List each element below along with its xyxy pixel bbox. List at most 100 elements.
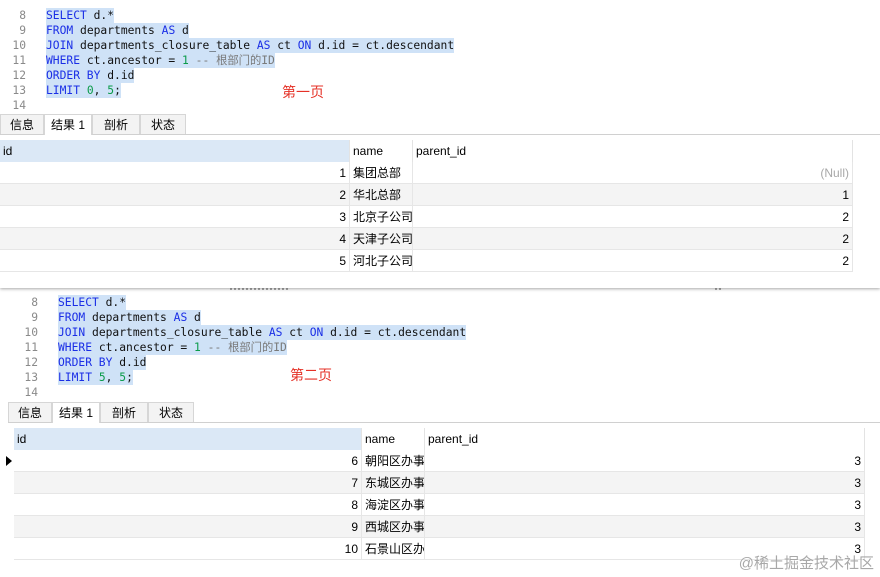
column-header-id[interactable]: id [14,428,362,450]
code-text: SELECT d.* [46,8,115,23]
code-line[interactable]: 14 [12,385,466,400]
code-line[interactable]: 13 LIMIT 5, 5; [12,370,466,385]
result-tab-bar: 信息 结果 1 剖析 状态 [8,400,880,423]
cell-name[interactable]: 华北总部 [350,184,413,206]
column-header-id[interactable]: id [0,140,350,162]
code-line[interactable]: 10 JOIN departments_closure_table AS ct O… [0,38,455,53]
cell-id[interactable]: 5 [0,250,350,272]
line-number: 12 [24,356,38,369]
cell-name[interactable]: 河北子公司 [350,250,413,272]
cell-name[interactable]: 海淀区办事 [362,494,425,516]
cell-parent_id[interactable]: 3 [425,494,865,516]
table-row[interactable]: 3 北京子公司 2 [0,206,853,228]
cell-parent_id[interactable]: 2 [413,206,853,228]
result-tab[interactable]: 结果 1 [44,114,92,135]
cell-name[interactable]: 集团总部 [350,162,413,184]
code-token: AS [161,24,176,37]
page-label: 第二页 [290,367,332,383]
column-header-parent_id[interactable]: parent_id [425,428,865,450]
code-token: ct [282,326,310,339]
column-header-name[interactable]: name [350,140,413,162]
code-line[interactable]: 8 SELECT d.* [0,8,454,23]
cell-id[interactable]: 8 [14,494,362,516]
code-line[interactable]: 9 FROM departments AS d [0,23,454,38]
code-token: departments_closure_table [85,326,269,339]
cell-name[interactable]: 西城区办事 [362,516,425,538]
code-token: departments [73,24,162,37]
code-line[interactable]: 11 WHERE ct.ancestor = 1 -- 根部门的ID [12,340,466,355]
table-row[interactable]: 4 天津子公司 2 [0,228,853,250]
cell-name[interactable]: 东城区办事 [362,472,425,494]
result-tab[interactable]: 状态 [148,402,194,422]
code-token: ORDER BY [46,69,101,82]
cell-parent_id[interactable]: 2 [413,250,853,272]
code-token: -- 根部门的ID [188,54,275,67]
cell-parent_id[interactable]: 3 [425,516,865,538]
table-row[interactable]: 2 华北总部 1 [0,184,853,206]
code-token: JOIN [46,39,74,52]
cell-id[interactable]: 1 [0,162,350,184]
cell-id[interactable]: 7 [14,472,362,494]
cell-parent_id[interactable]: 3 [425,450,865,472]
code-token: SELECT [58,296,99,309]
cell-parent_id[interactable]: 3 [425,472,865,494]
code-line[interactable]: 13 LIMIT 0, 5; [0,83,454,98]
cell-name[interactable]: 朝阳区办事 [362,450,425,472]
code-token: d.id = ct.descendant [323,326,467,339]
table-row[interactable]: 6 朝阳区办事 3 [14,450,865,472]
code-line[interactable]: 12 ORDER BY d.id [12,355,466,370]
code-text: JOIN departments_closure_table AS ct ON … [46,38,455,53]
cell-parent_id[interactable]: (Null) [413,162,853,184]
code-line[interactable]: 8 SELECT d.* [12,295,466,310]
table-row[interactable]: 1 集团总部 (Null) [0,162,853,184]
result-tab[interactable]: 剖析 [92,114,140,134]
code-token: d [175,24,189,37]
code-token: AS [268,326,283,339]
result-tab-bar: 信息 结果 1 剖析 状态 [0,112,880,135]
table-row[interactable]: 5 河北子公司 2 [0,250,853,272]
result-tab[interactable]: 信息 [0,114,44,134]
code-token: d.id = ct.descendant [311,39,455,52]
cell-id[interactable]: 9 [14,516,362,538]
code-token: LIMIT [58,371,93,384]
column-header-name[interactable]: name [362,428,425,450]
code-text: ORDER BY d.id [58,355,147,370]
code-line[interactable]: 11 WHERE ct.ancestor = 1 -- 根部门的ID [0,53,454,68]
result-tab[interactable]: 状态 [140,114,186,134]
code-line[interactable]: 9 FROM departments AS d [12,310,466,325]
code-token: SELECT [46,9,87,22]
code-line[interactable]: 10 JOIN departments_closure_table AS ct O… [12,325,467,340]
cell-parent_id[interactable]: 1 [413,184,853,206]
cell-name[interactable]: 天津子公司 [350,228,413,250]
cell-id[interactable]: 3 [0,206,350,228]
result-tab[interactable]: 结果 1 [52,402,100,423]
cell-id[interactable]: 2 [0,184,350,206]
code-token: ct.ancestor = [92,341,195,354]
code-token: ct.ancestor = [80,54,183,67]
line-number: 9 [31,311,38,324]
result-tab[interactable]: 信息 [8,402,52,422]
query-result-panel-page-2: 8 SELECT d.* 9 FROM departments AS d 10 JOIN … [0,288,880,577]
cell-id[interactable]: 6 [14,450,362,472]
code-line[interactable]: 14 [0,98,454,113]
code-text: ORDER BY d.id [46,68,135,83]
result-tab[interactable]: 剖析 [100,402,148,422]
column-header-parent_id[interactable]: parent_id [413,140,853,162]
table-row[interactable]: 7 东城区办事 3 [14,472,865,494]
cell-name[interactable]: 石景山区办 [362,538,425,560]
line-number: 8 [19,9,26,22]
table-row[interactable]: 9 西城区办事 3 [14,516,865,538]
table-row[interactable]: 8 海淀区办事 3 [14,494,865,516]
cell-name[interactable]: 北京子公司 [350,206,413,228]
code-token: d.* [86,9,115,22]
sql-editor[interactable]: 8 SELECT d.* 9 FROM departments AS d 10 JOIN … [0,8,455,113]
cell-parent_id[interactable]: 2 [413,228,853,250]
cell-id[interactable]: 10 [14,538,362,560]
code-line[interactable]: 12 ORDER BY d.id [0,68,454,83]
table-row[interactable]: 10 石景山区办 3 [14,538,865,560]
cell-id[interactable]: 4 [0,228,350,250]
code-text: LIMIT 5, 5; [58,370,133,385]
sql-editor[interactable]: 8 SELECT d.* 9 FROM departments AS d 10 JOIN … [12,295,467,400]
